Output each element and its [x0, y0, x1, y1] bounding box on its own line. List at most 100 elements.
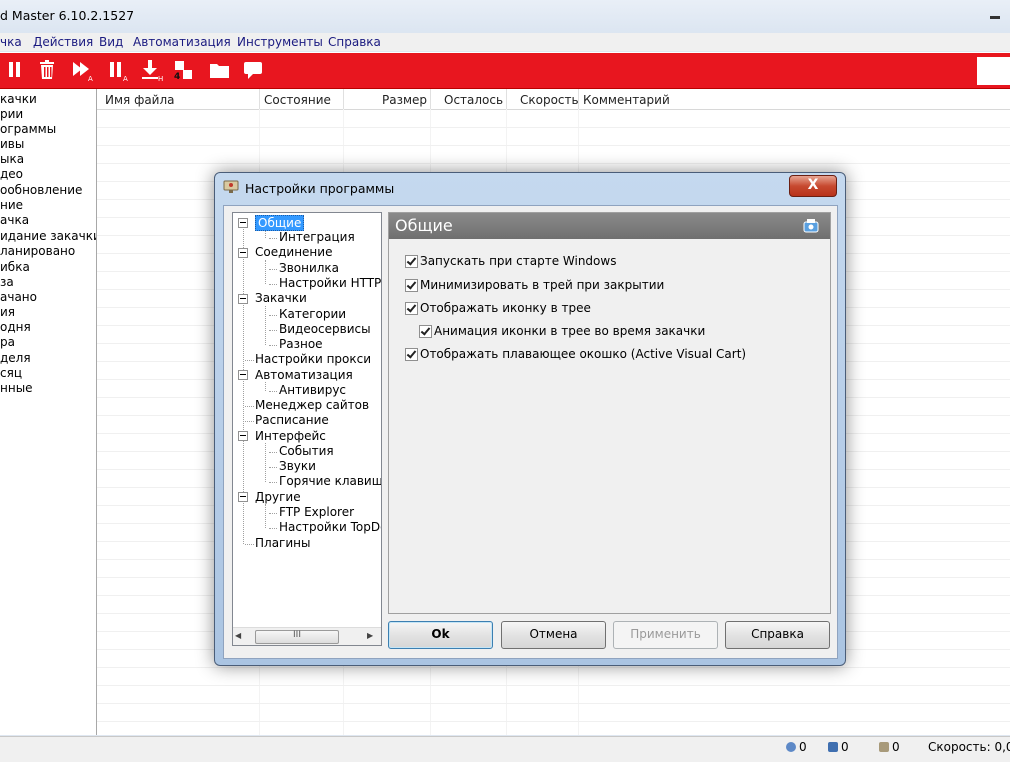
option-label-floating-window: Отображать плавающее окошко (Active Visu… [420, 347, 747, 361]
active-count-value: 0 [799, 740, 807, 754]
collapse-toggle[interactable] [238, 294, 248, 304]
box-icon [879, 742, 889, 752]
sidebar-item[interactable]: деля [0, 351, 31, 365]
menu-help[interactable]: Справка [328, 35, 381, 49]
tree-connector [269, 452, 277, 453]
sidebar-item[interactable]: ия [0, 305, 15, 319]
ok-button[interactable]: Ok [388, 621, 493, 649]
tree-item-dialer[interactable]: Звонилка [279, 261, 339, 275]
tree-item-interface[interactable]: Интерфейс [255, 429, 326, 443]
sidebar-item[interactable]: рии [0, 107, 23, 121]
tree-item-video-services[interactable]: Видеосервисы [279, 322, 371, 336]
trash-icon[interactable] [36, 59, 58, 81]
menu-tools[interactable]: Инструменты [237, 35, 323, 49]
sidebar-item[interactable]: ивы [0, 137, 24, 151]
sidebar-item[interactable]: ланировано [0, 244, 75, 258]
column-header-remaining[interactable]: Осталось [444, 93, 503, 107]
tree-item-categories[interactable]: Категории [279, 307, 346, 321]
sidebar-item[interactable]: одня [0, 320, 31, 334]
option-label-animate-tray-icon: Анимация иконки в трее во время закачки [434, 324, 706, 338]
checkbox-start-with-windows[interactable] [405, 255, 418, 268]
sidebar-item[interactable]: нные [0, 381, 33, 395]
sidebar-item[interactable]: ние [0, 198, 23, 212]
comment-icon[interactable] [242, 59, 266, 81]
tree-connector [265, 443, 266, 482]
tree-item-sounds[interactable]: Звуки [279, 459, 316, 473]
sidebar-item[interactable]: ра [0, 335, 15, 349]
status-active-count: 0 [786, 740, 807, 754]
collapse-toggle[interactable] [238, 218, 248, 228]
collapse-toggle[interactable] [238, 431, 248, 441]
sidebar-item[interactable]: качки [0, 92, 37, 106]
tree-item-ftp-explorer[interactable]: FTP Explorer [279, 505, 354, 519]
checkbox-animate-tray-icon[interactable] [419, 325, 432, 338]
close-button[interactable]: X [789, 175, 837, 197]
start-all-icon[interactable]: A [70, 59, 96, 83]
collapse-toggle[interactable] [238, 492, 248, 502]
tree-item-integration[interactable]: Интеграция [279, 230, 355, 244]
checkbox-floating-window[interactable] [405, 348, 418, 361]
tree-item-schedule[interactable]: Расписание [255, 413, 329, 427]
tree-item-connection[interactable]: Соединение [255, 245, 332, 259]
tree-item-topdownloads-settings[interactable]: Настройки TopDov [279, 520, 381, 534]
pause-all-icon[interactable]: A [106, 59, 132, 83]
tree-item-automation[interactable]: Автоматизация [255, 368, 353, 382]
tree-item-http-settings[interactable]: Настройки HTTP/F [279, 276, 381, 290]
tree-item-other[interactable]: Другие [255, 490, 301, 504]
scroll-right-icon[interactable]: ▶ [367, 631, 377, 641]
menu-view[interactable]: Вид [99, 35, 123, 49]
cancel-button[interactable]: Отмена [501, 621, 606, 649]
tree-item-site-manager[interactable]: Менеджер сайтов [255, 398, 369, 412]
menu-file[interactable]: чка [0, 35, 22, 49]
tree-item-proxy[interactable]: Настройки прокси [255, 352, 371, 366]
tree-connector [245, 360, 254, 361]
minimize-button[interactable] [983, 4, 1005, 24]
column-header-comment[interactable]: Комментарий [583, 93, 670, 107]
tree-connector [269, 345, 277, 346]
grid-line [97, 685, 1010, 686]
stopped-count-value: 0 [892, 740, 900, 754]
download-icon[interactable]: H [140, 59, 166, 83]
collapse-toggle[interactable] [238, 248, 248, 258]
option-label-show-tray-icon: Отображать иконку в трее [420, 301, 591, 315]
sidebar-item[interactable]: идание закачки [0, 229, 96, 243]
scroll-thumb[interactable]: III [255, 630, 339, 644]
sidebar-item[interactable]: ограммы [0, 122, 56, 136]
tree-connector [269, 528, 277, 529]
column-header-size[interactable]: Размер [382, 93, 427, 107]
tree-connector [269, 391, 277, 392]
scroll-left-icon[interactable]: ◀ [235, 631, 245, 641]
column-header-status[interactable]: Состояние [264, 93, 331, 107]
sidebar-item[interactable]: ачка [0, 213, 29, 227]
tree-item-general[interactable]: Общие [255, 215, 305, 231]
pause-icon[interactable] [4, 59, 24, 81]
tree-item-hotkeys[interactable]: Горячие клавиши [279, 474, 381, 488]
sidebar-item[interactable]: ыка [0, 152, 24, 166]
sidebar-item[interactable]: сяц [0, 366, 22, 380]
tree-item-plugins[interactable]: Плагины [255, 536, 310, 550]
collapse-toggle[interactable] [238, 370, 248, 380]
sidebar-item[interactable]: ибка [0, 260, 30, 274]
panel-header-icon [803, 218, 819, 234]
apply-button[interactable]: Применить [613, 621, 718, 649]
tree-item-antivirus[interactable]: Антивирус [279, 383, 346, 397]
status-bar: 0 0 0 Скорость: 0,0 | [0, 736, 1010, 762]
sidebar-item[interactable]: ообновление [0, 183, 82, 197]
tree-item-downloads[interactable]: Закачки [255, 291, 307, 305]
menu-actions[interactable]: Действия [33, 35, 93, 49]
column-header-speed[interactable]: Скорость [520, 93, 579, 107]
sidebar-item[interactable]: ачано [0, 290, 37, 304]
tiles-icon[interactable]: 4 [172, 59, 196, 82]
checkbox-minimize-to-tray[interactable] [405, 279, 418, 292]
checkbox-show-tray-icon[interactable] [405, 302, 418, 315]
network-icon [828, 742, 838, 752]
help-button[interactable]: Справка [725, 621, 830, 649]
sidebar-item[interactable]: за [0, 275, 14, 289]
menu-automation[interactable]: Автоматизация [133, 35, 231, 49]
sidebar-item[interactable]: део [0, 167, 23, 181]
tree-horizontal-scrollbar[interactable]: ◀ III ▶ [233, 627, 381, 645]
tree-item-misc[interactable]: Разное [279, 337, 323, 351]
folder-icon[interactable] [208, 59, 232, 81]
column-header-filename[interactable]: Имя файла [105, 93, 175, 107]
tree-item-events[interactable]: События [279, 444, 334, 458]
